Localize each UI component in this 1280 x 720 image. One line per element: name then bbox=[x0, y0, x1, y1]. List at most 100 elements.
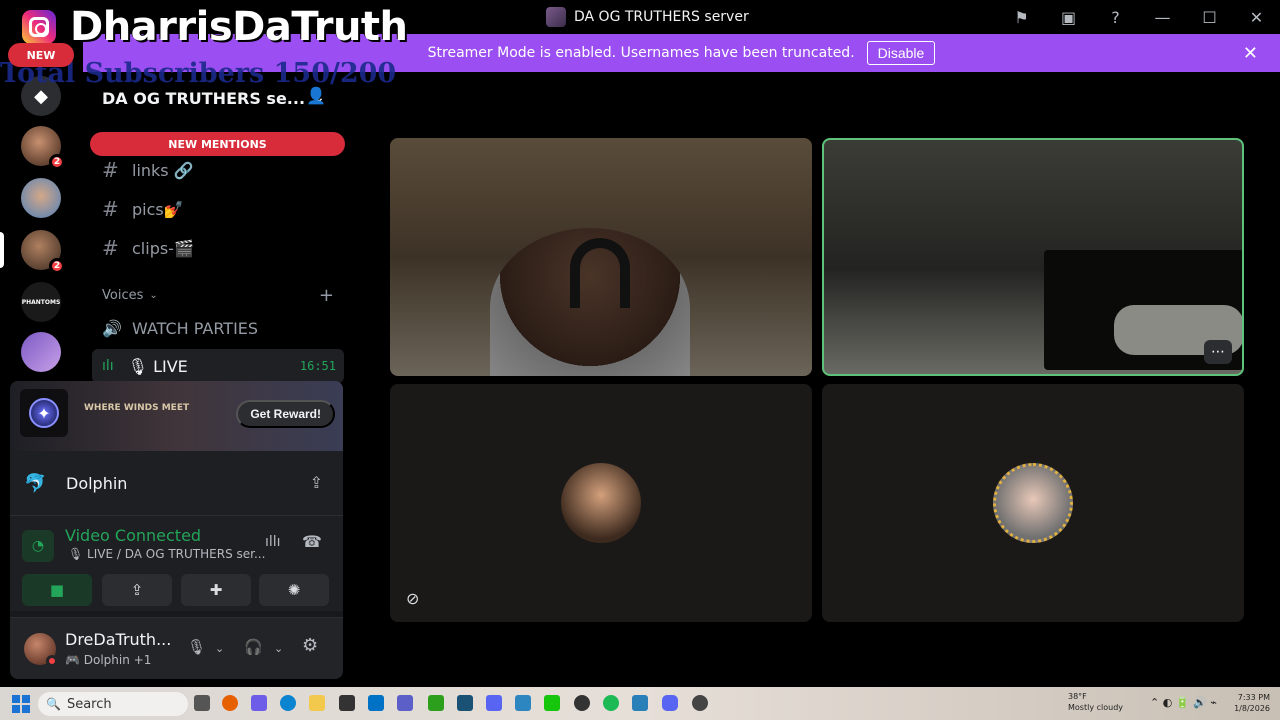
live-timer: 16:51 bbox=[299, 359, 336, 373]
minimize-icon[interactable]: — bbox=[1139, 0, 1186, 34]
new-mentions-button[interactable]: NEW MENTIONS bbox=[90, 132, 345, 156]
speaker-icon: 🔊 bbox=[102, 318, 122, 338]
video-tile[interactable] bbox=[390, 138, 812, 376]
participant-avatar bbox=[993, 463, 1073, 543]
new-pill[interactable]: NEW bbox=[8, 43, 74, 67]
app-icon[interactable] bbox=[544, 695, 560, 711]
clock-time: 7:33 PM bbox=[1237, 693, 1270, 702]
add-channel-icon[interactable]: + bbox=[319, 285, 334, 306]
video-off-icon[interactable]: ⊘ bbox=[406, 589, 419, 608]
disconnect-icon[interactable]: ☎ bbox=[302, 532, 322, 551]
video-tile-speaking[interactable]: ⋯ bbox=[822, 138, 1244, 376]
close-banner-icon[interactable]: ✕ bbox=[1243, 43, 1258, 64]
instagram-icon bbox=[22, 10, 56, 44]
weather-widget[interactable]: 38°F Mostly cloudy bbox=[1046, 691, 1123, 713]
orb-icon: ✦ bbox=[20, 389, 68, 437]
hash-icon: # bbox=[102, 158, 119, 182]
app-icon[interactable] bbox=[515, 695, 531, 711]
participant-avatar bbox=[561, 463, 641, 543]
voice-channel-path[interactable]: 🎙 LIVE / DA OG TRUTHERS ser... bbox=[68, 547, 265, 561]
outlook-icon[interactable] bbox=[368, 695, 384, 711]
channel-watch-parties[interactable]: 🔊 WATCH PARTIES bbox=[102, 313, 258, 343]
maximize-icon[interactable]: ☐ bbox=[1186, 0, 1233, 34]
task-view-icon[interactable] bbox=[194, 695, 210, 711]
app-icon[interactable] bbox=[428, 695, 444, 711]
weather-desc: Mostly cloudy bbox=[1068, 703, 1123, 712]
invite-people-icon[interactable]: 👤 bbox=[306, 86, 326, 106]
taskbar-clock[interactable]: 7:33 PM 1/8/2026 bbox=[1234, 692, 1270, 714]
server-icon[interactable]: 2 bbox=[21, 126, 65, 170]
soundboard-button[interactable]: ✺ bbox=[259, 574, 329, 606]
hash-icon: # bbox=[102, 236, 119, 260]
channel-pics[interactable]: # pics💅 bbox=[102, 194, 184, 224]
signal-icon[interactable]: ◔ bbox=[22, 530, 54, 562]
file-explorer-icon[interactable] bbox=[309, 695, 325, 711]
avatar-tile[interactable]: ⊘ bbox=[390, 384, 812, 622]
inbox-icon[interactable]: ▣ bbox=[1045, 0, 1092, 34]
game-logo: WHERE WINDS MEET bbox=[84, 403, 190, 413]
flag-icon[interactable]: ⚑ bbox=[998, 0, 1045, 34]
channel-links[interactable]: # links 🔗 bbox=[102, 155, 194, 185]
server-icon[interactable]: PHANTOMS bbox=[21, 282, 61, 322]
more-options-icon[interactable]: ⋯ bbox=[1204, 340, 1232, 364]
video-grid: ⋯ ⊘ bbox=[354, 72, 1280, 687]
headset-shape bbox=[570, 238, 630, 308]
voice-status: Video Connected bbox=[65, 526, 202, 545]
teams-icon[interactable] bbox=[397, 695, 413, 711]
weather-temp: 38°F bbox=[1068, 692, 1087, 701]
guild-name: DA OG TRUTHERS se... bbox=[102, 88, 306, 108]
app-icon[interactable] bbox=[486, 695, 502, 711]
avatar-tile[interactable] bbox=[822, 384, 1244, 622]
activity-row: 🐬 Dolphin ⇪ bbox=[10, 451, 343, 515]
activities-icon: ✚ bbox=[209, 581, 223, 599]
guild-header[interactable]: DA OG TRUTHERS se... ⌄ 👤 bbox=[102, 86, 342, 110]
windows-start-icon[interactable] bbox=[12, 695, 30, 713]
app-icon[interactable] bbox=[574, 695, 590, 711]
active-server-pill bbox=[0, 232, 4, 268]
app-icon[interactable] bbox=[692, 695, 708, 711]
window-title: DA OG TRUTHERS server bbox=[546, 7, 749, 27]
store-icon[interactable] bbox=[339, 695, 355, 711]
spotify-icon[interactable] bbox=[603, 695, 619, 711]
search-label: Search bbox=[66, 696, 112, 712]
hash-icon: # bbox=[102, 197, 119, 221]
activities-button[interactable]: ✚ bbox=[181, 574, 251, 606]
server-icon[interactable] bbox=[21, 332, 61, 372]
taskbar-search[interactable]: 🔍 Search bbox=[38, 692, 188, 716]
disable-button[interactable]: Disable bbox=[866, 41, 936, 65]
stream-overlay-brand: DharrisDaTruth bbox=[22, 4, 408, 50]
microphone-icon[interactable]: 🎙 bbox=[187, 638, 206, 656]
camera-button[interactable]: ■ bbox=[22, 574, 92, 606]
help-icon[interactable]: ? bbox=[1092, 0, 1139, 34]
channel-clips[interactable]: # clips-🎬 bbox=[102, 233, 194, 263]
close-window-icon[interactable]: ✕ bbox=[1233, 0, 1280, 34]
chevron-down-icon[interactable]: ⌄ bbox=[274, 642, 283, 655]
channel-live[interactable]: ılı 🎙 LIVE 16:51 bbox=[92, 349, 344, 383]
screen-share-button[interactable]: ⇪ bbox=[102, 574, 172, 606]
edge-icon[interactable] bbox=[280, 695, 296, 711]
app-icon[interactable] bbox=[632, 695, 648, 711]
settings-gear-icon[interactable]: ⚙ bbox=[302, 635, 318, 656]
voice-connection-panel: ◔ Video Connected 🎙 LIVE / DA OG TRUTHER… bbox=[10, 515, 343, 611]
chevron-down-icon[interactable]: ⌄ bbox=[215, 642, 224, 655]
firefox-icon[interactable] bbox=[222, 695, 238, 711]
noise-suppression-icon[interactable]: ıllı bbox=[265, 534, 281, 550]
banner-message: Streamer Mode is enabled. Usernames have… bbox=[427, 45, 855, 61]
clock-date: 1/8/2026 bbox=[1234, 704, 1270, 713]
system-tray[interactable]: ⌃ ◐ 🔋 🔊 ⌁ bbox=[1150, 696, 1217, 709]
user-activity: 🎮 Dolphin +1 bbox=[65, 653, 152, 667]
username[interactable]: DreDaTruth... bbox=[65, 630, 171, 649]
discord-icon[interactable] bbox=[662, 695, 678, 711]
headphones-icon[interactable]: 🎧 bbox=[244, 638, 263, 656]
app-icon[interactable] bbox=[457, 695, 473, 711]
server-icon[interactable]: 2 bbox=[21, 230, 65, 274]
copilot-icon[interactable] bbox=[251, 695, 267, 711]
avatar[interactable] bbox=[24, 633, 58, 667]
user-panel: ✦ WHERE WINDS MEET Get Reward! 🐬 Dolphin… bbox=[10, 381, 343, 679]
get-reward-button[interactable]: Get Reward! bbox=[236, 400, 335, 428]
status-dnd-icon bbox=[46, 655, 58, 667]
server-icon[interactable] bbox=[21, 178, 61, 218]
stream-screen-icon[interactable]: ⇪ bbox=[310, 473, 323, 492]
category-voices[interactable]: Voices ⌄ + bbox=[102, 285, 334, 306]
dolphin-icon: 🐬 bbox=[24, 473, 47, 494]
